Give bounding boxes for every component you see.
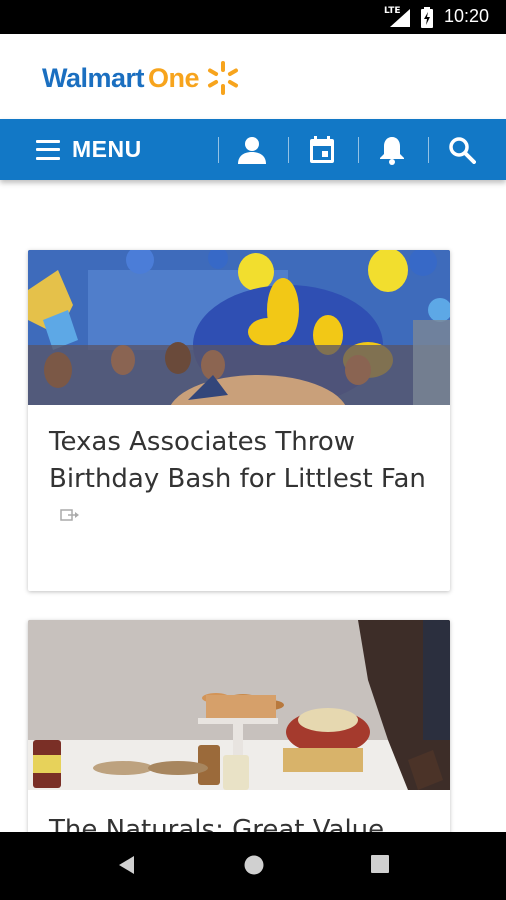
profile-button[interactable] xyxy=(222,119,282,180)
clock: 10:20 xyxy=(444,6,490,26)
recents-icon[interactable] xyxy=(370,854,390,874)
great-value-products-photo xyxy=(28,620,450,790)
logo-word-one: One xyxy=(148,62,200,93)
search-button[interactable] xyxy=(432,119,492,180)
share-icon[interactable] xyxy=(60,508,80,522)
nav-divider xyxy=(288,137,289,163)
nav-divider xyxy=(218,137,219,163)
notifications-button[interactable] xyxy=(362,119,422,180)
menu-button[interactable]: MENU xyxy=(36,119,142,180)
nav-divider xyxy=(358,137,359,163)
birthday-party-photo xyxy=(28,250,450,405)
brand-header: Walmart One xyxy=(0,34,506,120)
nav-divider xyxy=(428,137,429,163)
bell-icon xyxy=(380,136,404,165)
back-icon[interactable] xyxy=(117,854,137,876)
menu-label: MENU xyxy=(72,136,142,162)
logo-word-walmart: Walmart xyxy=(42,62,145,93)
signal-icon xyxy=(390,9,410,27)
system-navigation-bar xyxy=(0,832,506,900)
profile-icon xyxy=(238,136,266,164)
battery-charging-icon xyxy=(421,7,433,28)
hamburger-icon xyxy=(36,139,60,160)
card-title[interactable]: Texas Associates Throw Birthday Bash for… xyxy=(49,424,439,498)
search-icon xyxy=(449,136,476,164)
status-bar: LTE 10:20 xyxy=(0,0,506,34)
calendar-button[interactable] xyxy=(292,119,352,180)
calendar-icon xyxy=(310,135,334,163)
top-navbar: MENU xyxy=(0,119,506,180)
news-card[interactable]: Texas Associates Throw Birthday Bash for… xyxy=(28,250,450,591)
home-icon[interactable] xyxy=(243,854,265,876)
walmart-one-logo[interactable]: Walmart One xyxy=(42,58,241,98)
spark-icon xyxy=(208,61,239,95)
